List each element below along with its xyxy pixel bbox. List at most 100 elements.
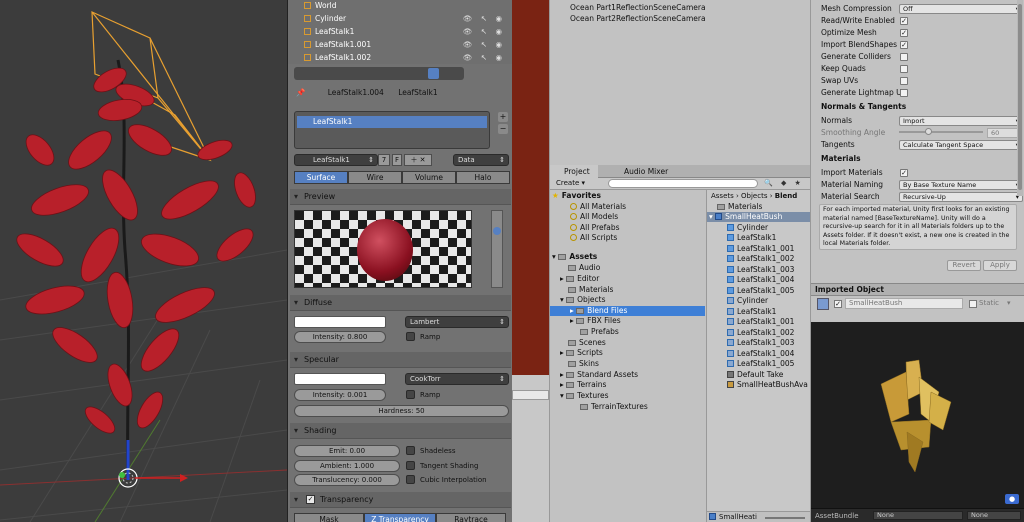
- visibility-icons[interactable]: 👁 ↖ ◉: [463, 12, 505, 25]
- asset-item[interactable]: Cylinder: [727, 296, 768, 307]
- variant-dropdown[interactable]: None: [967, 511, 1021, 520]
- folder-item[interactable]: ▸ Terrains: [560, 380, 606, 391]
- folder-item[interactable]: Scenes: [568, 338, 606, 349]
- z-transparency-button[interactable]: Z Transparency: [364, 513, 436, 522]
- folder-item[interactable]: ▾ Textures: [560, 391, 609, 402]
- preview-panel-header[interactable]: Preview: [290, 189, 511, 205]
- material-slot-item[interactable]: LeafStalk1: [297, 116, 487, 128]
- static-checkbox[interactable]: [969, 300, 977, 308]
- tab-volume[interactable]: Volume: [402, 171, 456, 184]
- asset-item[interactable]: LeafStalk1_005: [727, 286, 794, 297]
- asset-preview-panel[interactable]: ● AssetBundle None None: [810, 322, 1024, 522]
- active-checkbox[interactable]: ✓: [834, 300, 842, 308]
- keep-quads-checkbox[interactable]: [900, 65, 908, 73]
- zoom-slider[interactable]: [765, 517, 805, 519]
- specular-intensity-field[interactable]: Intensity: 0.001: [294, 389, 386, 401]
- folder-item[interactable]: Skins: [568, 359, 599, 370]
- apply-button[interactable]: Apply: [983, 260, 1017, 271]
- properties-context-toolbar[interactable]: [294, 67, 464, 80]
- shadeless-checkbox[interactable]: [406, 446, 415, 455]
- specular-panel-header[interactable]: Specular: [290, 352, 511, 368]
- diffuse-ramp-checkbox[interactable]: [406, 332, 415, 341]
- asset-item[interactable]: LeafStalk1_002: [727, 328, 794, 339]
- asset-item[interactable]: LeafStalk1: [727, 307, 776, 318]
- folder-item[interactable]: Audio: [568, 263, 600, 274]
- asset-item[interactable]: LeafStalk1_001: [727, 244, 794, 255]
- asset-item[interactable]: LeafStalk1_004: [727, 349, 794, 360]
- create-button[interactable]: Create ▾: [556, 179, 585, 187]
- diffuse-intensity-field[interactable]: Intensity: 0.800: [294, 331, 386, 343]
- tab-project[interactable]: Project: [550, 165, 598, 178]
- new-unlink-buttons[interactable]: ＋ ✕: [404, 154, 432, 166]
- project-toolbar-icons[interactable]: 🔍 ◆ ★: [764, 179, 804, 187]
- asset-item-selected[interactable]: ▾ SmallHeatBush: [709, 212, 782, 223]
- material-slot-list[interactable]: LeafStalk1: [294, 111, 490, 149]
- asset-breadcrumb[interactable]: Assets › Objects › Blend: [711, 191, 797, 202]
- preview-type-buttons[interactable]: [491, 210, 503, 288]
- assetbundle-dropdown[interactable]: None: [873, 511, 963, 520]
- folder-item[interactable]: Materials: [568, 285, 613, 296]
- favorite-item[interactable]: All Prefabs: [570, 223, 620, 234]
- asset-item[interactable]: Materials: [717, 202, 762, 213]
- hardness-field[interactable]: Hardness: 50: [294, 405, 509, 417]
- favorite-item[interactable]: All Materials: [570, 202, 626, 213]
- material-search-dropdown[interactable]: Recursive-Up: [899, 192, 1023, 202]
- visibility-icons[interactable]: 👁 ↖ ◉: [463, 38, 505, 51]
- mesh-compression-dropdown[interactable]: Off: [899, 4, 1023, 14]
- diffuse-shader-dropdown[interactable]: Lambert: [405, 316, 509, 328]
- material-tab-icon[interactable]: [428, 68, 439, 79]
- object-name-field[interactable]: SmallHeatBush: [845, 298, 963, 309]
- diffuse-color-swatch[interactable]: [294, 316, 386, 328]
- outliner-row[interactable]: LeafStalk1.001 👁 ↖ ◉: [288, 38, 512, 51]
- asset-item[interactable]: LeafStalk1_003: [727, 338, 794, 349]
- footer-selected-asset[interactable]: SmallHeati: [709, 513, 757, 521]
- remove-slot-button[interactable]: −: [498, 124, 508, 134]
- search-input[interactable]: [608, 179, 758, 188]
- cubic-interpolation-checkbox[interactable]: [406, 475, 415, 484]
- normals-dropdown[interactable]: Import: [899, 116, 1023, 126]
- tangents-dropdown[interactable]: Calculate Tangent Space: [899, 140, 1023, 150]
- favorites-header[interactable]: ★ Favorites: [552, 191, 601, 202]
- specular-shader-dropdown[interactable]: CookTorr: [405, 373, 509, 385]
- static-dropdown-icon[interactable]: ▾: [1007, 299, 1011, 307]
- asset-item[interactable]: Cylinder: [727, 223, 768, 234]
- folder-item[interactable]: ▸ Editor: [560, 274, 599, 285]
- outliner-row[interactable]: LeafStalk1.002 👁 ↖ ◉: [288, 51, 512, 64]
- outliner-row[interactable]: Cylinder 👁 ↖ ◉: [288, 12, 512, 25]
- smoothing-slider[interactable]: [899, 128, 983, 135]
- generate-colliders-checkbox[interactable]: [900, 53, 908, 61]
- specular-ramp-checkbox[interactable]: [406, 390, 415, 399]
- 3d-viewport[interactable]: [0, 0, 287, 522]
- folder-item-selected[interactable]: ▸ Blend Files: [570, 306, 627, 317]
- material-naming-dropdown[interactable]: By Base Texture Name: [899, 180, 1023, 190]
- shading-panel-header[interactable]: Shading: [290, 423, 511, 439]
- visibility-icons[interactable]: 👁 ↖ ◉: [463, 51, 505, 64]
- fake-user-button[interactable]: F: [392, 154, 402, 166]
- inspector-scrollbar[interactable]: [1017, 0, 1023, 196]
- transparency-panel-header[interactable]: ✓Transparency: [290, 492, 511, 508]
- specular-color-swatch[interactable]: [294, 373, 386, 385]
- read-write-checkbox[interactable]: ✓: [900, 17, 908, 25]
- mini-toolbar[interactable]: [512, 390, 549, 400]
- import-materials-checkbox[interactable]: ✓: [900, 169, 908, 177]
- import-blendshapes-checkbox[interactable]: ✓: [900, 41, 908, 49]
- folder-item[interactable]: ▸ Standard Assets: [560, 370, 638, 381]
- asset-item[interactable]: LeafStalk1: [727, 233, 776, 244]
- add-slot-button[interactable]: +: [498, 112, 508, 122]
- asset-item[interactable]: LeafStalk1_001: [727, 317, 794, 328]
- tab-wire[interactable]: Wire: [348, 171, 402, 184]
- tab-halo[interactable]: Halo: [456, 171, 510, 184]
- scrollbar-thumb[interactable]: [1018, 4, 1022, 190]
- asset-item[interactable]: LeafStalk1_003: [727, 265, 794, 276]
- outliner-row[interactable]: LeafStalk1 👁 ↖ ◉: [288, 25, 512, 38]
- transparency-mask-button[interactable]: Mask: [294, 513, 364, 522]
- diffuse-panel-header[interactable]: Diffuse: [290, 295, 511, 311]
- tab-audio-mixer[interactable]: Audio Mixer: [610, 165, 676, 178]
- link-type-dropdown[interactable]: Data: [453, 154, 509, 166]
- translucency-field[interactable]: Translucency: 0.000: [294, 474, 400, 486]
- favorite-item[interactable]: All Scripts: [570, 233, 617, 244]
- asset-item[interactable]: LeafStalk1_005: [727, 359, 794, 370]
- asset-item[interactable]: LeafStalk1_002: [727, 254, 794, 265]
- hierarchy-item[interactable]: Ocean Part1ReflectionSceneCamera: [570, 3, 706, 14]
- slider-thumb[interactable]: [925, 128, 932, 135]
